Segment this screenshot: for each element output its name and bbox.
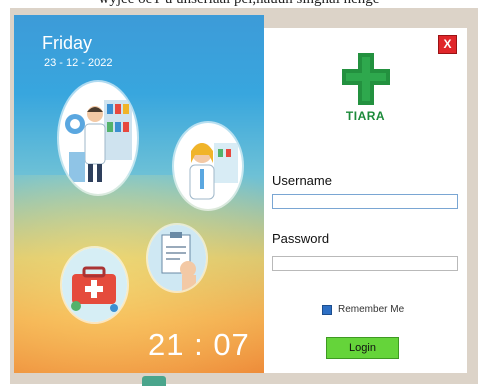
doctor-illustration <box>174 123 242 209</box>
date-label: 23 - 12 - 2022 <box>44 57 113 69</box>
medical-bag-illustration <box>62 248 127 322</box>
brand-name: TIARA <box>345 109 386 123</box>
day-label: Friday <box>42 33 93 53</box>
taskbar-app-icon[interactable] <box>142 376 166 386</box>
page-caption: wyjee oeT u unseriaai pei,nauun singnai … <box>0 0 478 8</box>
login-panel: X TIARA Username Password Remember Me Lo… <box>264 28 467 373</box>
prescription-illustration <box>148 225 206 291</box>
remember-me-checkbox[interactable]: Remember Me <box>322 304 404 315</box>
login-button[interactable]: Login <box>326 337 399 359</box>
password-input[interactable] <box>272 256 458 271</box>
welcome-panel: Friday 23 - 12 - 2022 21: 07 <box>14 15 264 373</box>
username-label: Username <box>272 173 332 188</box>
username-input[interactable] <box>272 194 458 209</box>
pharmacy-cross-logo <box>342 53 390 110</box>
password-label: Password <box>272 231 330 246</box>
caption-strip: wyjee oeT u unseriaai pei,nauun singnai … <box>0 0 478 8</box>
clock: 21 : 07 <box>148 327 250 362</box>
remember-me-label: Remember Me <box>338 304 405 315</box>
close-button[interactable]: X <box>438 35 457 54</box>
pharmacist-illustration <box>59 82 137 194</box>
checkbox-icon[interactable] <box>322 304 332 315</box>
